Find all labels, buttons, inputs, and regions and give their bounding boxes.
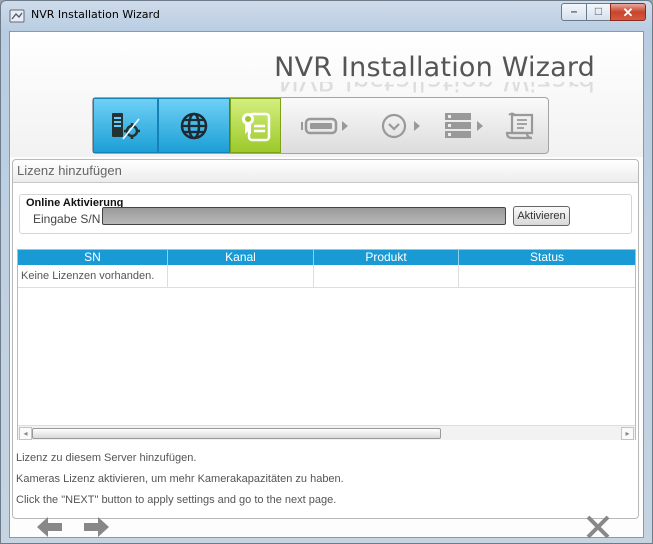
- cell-produkt: [314, 265, 459, 287]
- license-table: SN Kanal Produkt Status Keine Lizenzen v…: [17, 249, 636, 440]
- title-bar[interactable]: NVR Installation Wizard – □ ✕: [1, 1, 652, 31]
- close-x-icon: [586, 515, 610, 539]
- next-button[interactable]: [81, 514, 111, 540]
- minimize-icon: –: [570, 4, 578, 18]
- panel-title: Lizenz hinzufügen: [17, 163, 122, 178]
- horizontal-scrollbar[interactable]: ◂ ▸: [18, 425, 635, 440]
- wizard-title: NVR Installation Wizard: [274, 52, 595, 83]
- column-header-status[interactable]: Status: [459, 250, 635, 265]
- step-schedule[interactable]: [371, 98, 435, 153]
- step-storage[interactable]: [293, 98, 363, 153]
- panel-header: Lizenz hinzufügen: [13, 160, 638, 183]
- close-window-button[interactable]: ✕: [610, 3, 646, 21]
- maximize-button[interactable]: □: [586, 3, 611, 21]
- step-license[interactable]: [230, 98, 281, 153]
- scroll-right-icon[interactable]: ▸: [621, 427, 634, 440]
- minimize-button[interactable]: –: [561, 3, 587, 21]
- close-icon: ✕: [622, 5, 634, 20]
- cell-kanal: [168, 265, 314, 287]
- cell-sn: Keine Lizenzen vorhanden.: [18, 265, 168, 287]
- sn-label: Eingabe S/N: [33, 212, 101, 226]
- column-header-sn[interactable]: SN: [18, 250, 168, 265]
- server-stack-icon: [445, 112, 483, 138]
- step-server-stack[interactable]: [437, 98, 493, 153]
- arrow-left-icon: [37, 517, 62, 537]
- license-certificate-icon: [241, 112, 270, 141]
- online-activation-group: Online Aktivierung Eingabe S/N Aktiviere…: [19, 194, 632, 234]
- storage-device-icon: [301, 117, 348, 134]
- scroll-left-icon[interactable]: ◂: [19, 427, 32, 440]
- wizard-header: NVR Installation Wizard NVR Installation…: [10, 32, 643, 157]
- server-settings-icon: [111, 112, 140, 139]
- globe-icon: [180, 112, 208, 139]
- scroll-finish-icon: [505, 112, 534, 139]
- info-line-2: Kameras Lizenz aktivieren, um mehr Kamer…: [16, 473, 344, 485]
- wizard-title-reflection: NVR Installation Wizard: [279, 82, 595, 96]
- maximize-icon: □: [594, 4, 603, 18]
- column-header-produkt[interactable]: Produkt: [314, 250, 459, 265]
- step-server-settings[interactable]: [93, 98, 158, 153]
- step-finish[interactable]: [496, 98, 546, 153]
- window-title: NVR Installation Wizard: [31, 8, 160, 21]
- info-line-1: Lizenz zu diesem Server hinzufügen.: [16, 452, 197, 464]
- arrow-right-icon: [84, 517, 109, 537]
- clock-icon: [381, 113, 420, 138]
- cancel-button[interactable]: [585, 514, 611, 540]
- wizard-client-area: NVR Installation Wizard NVR Installation…: [9, 31, 644, 539]
- wizard-steps: [92, 97, 549, 154]
- column-header-kanal[interactable]: Kanal: [168, 250, 314, 265]
- wizard-window: NVR Installation Wizard – □ ✕ NVR Instal…: [0, 0, 653, 544]
- table-header: SN Kanal Produkt Status: [18, 250, 635, 265]
- scrollbar-thumb[interactable]: [32, 428, 441, 439]
- cell-status: [459, 265, 635, 287]
- app-icon: [9, 9, 25, 23]
- info-line-3: Click the "NEXT" button to apply setting…: [16, 494, 337, 506]
- license-panel: Lizenz hinzufügen Online Aktivierung Ein…: [12, 159, 639, 539]
- activate-button[interactable]: Aktivieren: [513, 206, 570, 226]
- table-row[interactable]: Keine Lizenzen vorhanden.: [18, 265, 635, 288]
- sn-input[interactable]: [102, 207, 506, 225]
- step-network[interactable]: [158, 98, 230, 153]
- back-button[interactable]: [35, 514, 65, 540]
